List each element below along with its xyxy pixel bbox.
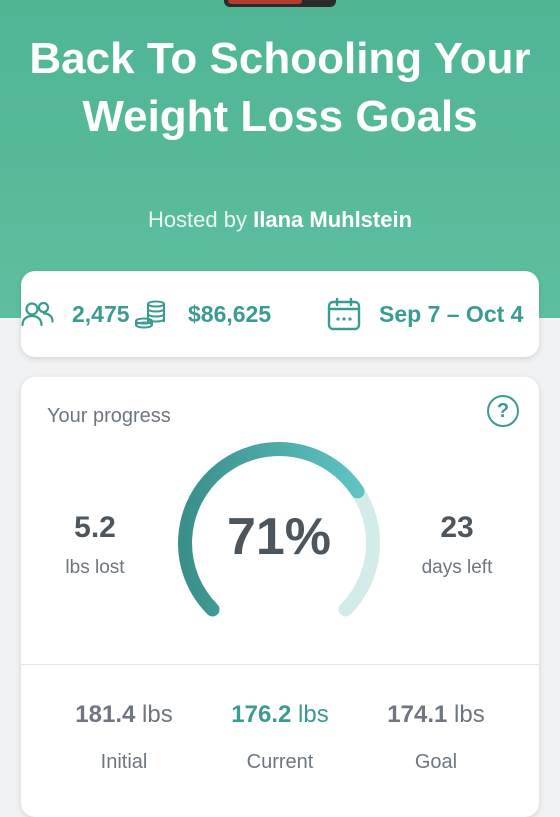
initial-weight: 181.4 lbs Initial (39, 701, 209, 774)
pot-amount: $86,625 (188, 300, 272, 327)
goal-label: Goal (414, 751, 458, 773)
goal-weight-value: 174.1 lbs (387, 701, 485, 728)
coins-icon (134, 299, 170, 329)
goal-weight: 174.1 lbs Goal (351, 701, 521, 774)
challenge-stats-card: 2,475 $86,625 Sep 7 – Oct 4 (21, 271, 539, 357)
help-icon[interactable]: ? (487, 395, 519, 427)
host-line: Hosted by Ilana Muhlstein (0, 207, 560, 233)
progress-percent: 71% (226, 508, 332, 566)
divider (21, 664, 539, 665)
calendar-icon (327, 297, 361, 331)
days-left-value: 23 (440, 511, 474, 544)
hosted-by-label: Hosted by (147, 207, 247, 232)
challenge-title: Back To Schooling Your Weight Loss Goals (29, 34, 531, 141)
date-range: Sep 7 – Oct 4 (379, 300, 524, 327)
days-left-label: days left (421, 557, 493, 578)
initial-weight-value: 181.4 lbs (75, 701, 173, 728)
initial-label: Initial (100, 751, 148, 773)
lbs-lost-value: 5.2 (74, 511, 116, 544)
progress-card: Your progress ? 5.2 lbs lost 71% 23 days… (21, 377, 539, 817)
progress-title: Your progress (47, 405, 171, 427)
days-left-stat: 23 days left (397, 511, 517, 579)
participants-stat[interactable]: 2,475 (21, 271, 130, 357)
current-label: Current (246, 751, 314, 773)
current-weight: 176.2 lbs Current (195, 701, 365, 774)
dates-stat[interactable]: Sep 7 – Oct 4 (327, 271, 523, 357)
lbs-lost-label: lbs lost (65, 557, 125, 578)
current-weight-value: 176.2 lbs (231, 701, 329, 728)
header-image (224, 0, 336, 7)
participants-count: 2,475 (72, 300, 130, 327)
pot-stat[interactable]: $86,625 (134, 271, 271, 357)
host-name[interactable]: Ilana Muhlstein (253, 207, 412, 232)
lbs-lost-stat: 5.2 lbs lost (35, 511, 155, 579)
people-icon (21, 300, 55, 328)
